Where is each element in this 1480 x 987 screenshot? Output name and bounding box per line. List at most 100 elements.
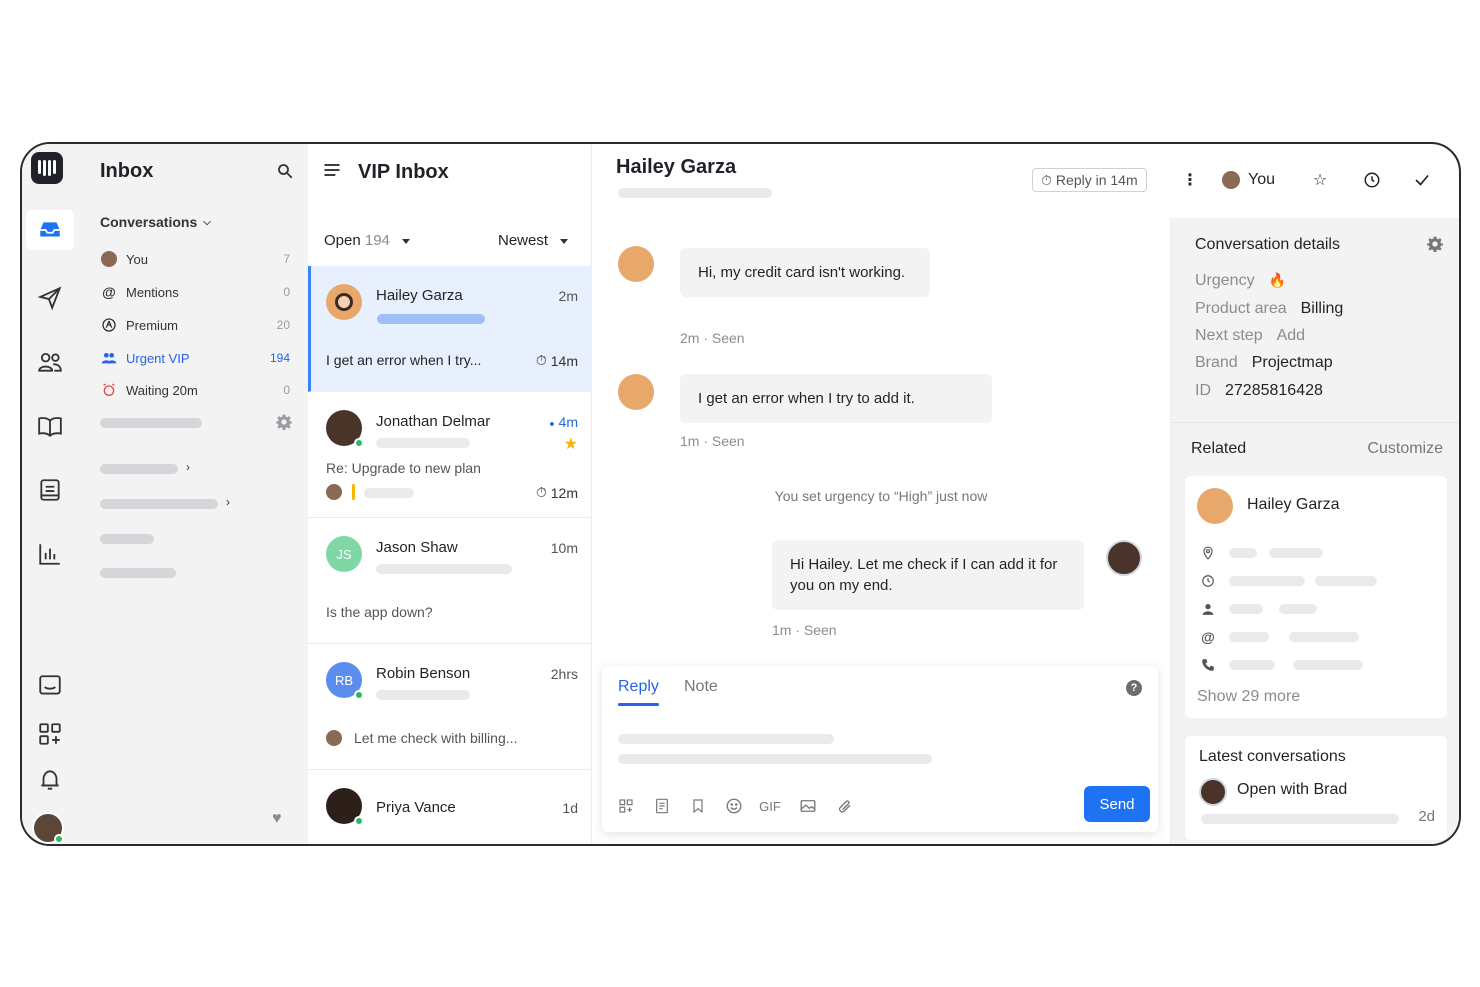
contacts-icon[interactable] [26,342,74,382]
latest-conversation-item[interactable]: Open with Brad [1237,781,1347,799]
chevron-right-icon[interactable]: › [186,460,190,474]
placeholder-bar [100,499,218,509]
notifications-icon[interactable] [26,760,74,800]
conversation-time: 2m [558,288,578,304]
timer-icon: ⏱ [535,352,547,368]
send-button[interactable]: Send [1084,786,1150,822]
star-icon[interactable]: ☆ [1310,168,1330,192]
field-brand[interactable]: Brand Projectmap [1195,354,1333,372]
conversation-item[interactable]: RB Robin Benson 2hrs Let me check with b… [308,644,592,770]
tab-reply[interactable]: Reply [618,678,659,706]
online-indicator [54,834,64,844]
settings-icon[interactable] [1427,236,1443,257]
nav-item-premium[interactable]: Premium 20 [100,313,290,337]
nav-item-label: Urgent VIP [126,350,190,366]
avatar [1106,540,1142,576]
avatar [326,410,364,448]
customize-link[interactable]: Customize [1367,440,1443,458]
messages-icon[interactable] [26,666,74,706]
search-icon[interactable] [276,162,294,180]
conversation-time: ● 4m [549,414,578,430]
avatar [618,246,654,282]
conversation-time: 2hrs [550,666,578,682]
conversation-name: Jonathan Delmar [376,413,491,430]
nav-item-count: 20 [276,318,290,332]
field-value: Add [1276,327,1306,344]
conversation-name: Robin Benson [376,665,471,682]
reports-list-icon[interactable] [26,470,74,510]
status-filter[interactable]: Open 194 [324,232,411,249]
placeholder-bar [1229,576,1305,586]
placeholder-bar [376,690,470,700]
contact-time-row [1199,572,1377,590]
close-conversation-icon[interactable] [1412,168,1432,192]
nav-item-urgent-vip[interactable]: Urgent VIP 194 [100,346,290,370]
user-icon [1199,600,1217,618]
conversation-item[interactable]: Hailey Garza 2m I get an error when I tr… [308,266,592,392]
nav-item-count: 0 [283,285,290,299]
nav-item-mentions[interactable]: @ Mentions 0 [100,280,290,304]
gif-button[interactable]: GIF [759,796,781,816]
conversation-item[interactable]: Jonathan Delmar ● 4m ★ Re: Upgrade to ne… [308,392,592,518]
contact-location-row [1199,544,1323,562]
email-icon: @ [1201,629,1215,645]
assignee-button[interactable]: You [1222,168,1275,192]
attachment-icon[interactable] [834,796,854,816]
avatar [1222,171,1240,189]
star-icon[interactable]: ★ [564,434,578,454]
placeholder-bar [364,488,414,498]
image-icon[interactable] [798,796,818,816]
field-urgency[interactable]: Urgency 🔥 [1195,272,1286,290]
avatar [100,250,118,268]
apps-icon[interactable] [26,714,74,754]
shortcuts-icon[interactable] [616,796,636,816]
nav-item-you[interactable]: You 7 [100,247,290,271]
conversations-section[interactable]: Conversations ⌵ [100,214,211,230]
contact-email-row: @ [1199,628,1359,646]
bookmark-icon[interactable] [688,796,708,816]
field-id[interactable]: ID 27285816428 [1195,382,1323,400]
article-icon[interactable] [652,796,672,816]
contact-phone-row [1199,656,1363,674]
knowledge-icon[interactable] [26,406,74,446]
emoji-icon[interactable] [724,796,744,816]
field-next-step[interactable]: Next step Add [1195,327,1305,345]
section-label: Conversations [100,214,198,230]
nav-item-count: 0 [283,383,290,397]
nav-item-count: 194 [269,351,290,365]
conversation-item[interactable]: JS Jason Shaw 10m Is the app down? [308,518,592,644]
chevron-right-icon[interactable]: › [226,495,230,509]
clock-icon [1199,572,1217,590]
online-indicator [354,438,364,448]
snooze-icon[interactable] [1362,168,1382,192]
contact-name[interactable]: Hailey Garza [1247,496,1339,514]
settings-icon[interactable] [276,414,292,435]
placeholder-bar [1289,632,1359,642]
user-avatar[interactable] [32,812,64,844]
conversation-time: 10m [550,540,578,556]
conversation-preview: Is the app down? [326,604,433,620]
help-icon[interactable]: ? [1126,680,1142,696]
message-meta: 2m · Seen [680,330,745,346]
tab-note[interactable]: Note [684,678,718,696]
inbox-icon[interactable] [26,210,74,250]
analytics-icon[interactable] [26,534,74,574]
show-more-link[interactable]: Show 29 more [1197,688,1300,706]
more-options-icon[interactable]: ⋮ [1182,168,1198,192]
latest-time: 2d [1418,808,1435,825]
avatar [326,284,362,320]
field-product-area[interactable]: Product area Billing [1195,300,1343,318]
app-logo-icon[interactable] [31,152,63,184]
outbound-icon[interactable] [26,278,74,318]
message-meta: 1m · Seen [772,622,837,638]
system-note: You set urgency to “High” just now [774,488,988,504]
heart-icon[interactable]: ♥ [272,810,282,828]
menu-icon[interactable] [322,160,342,185]
conversation-name: Jason Shaw [376,539,458,556]
conversation-item[interactable]: Priya Vance 1d [308,770,592,844]
placeholder-bar [1229,632,1269,642]
sort-dropdown[interactable]: Newest [498,232,569,249]
reply-sla-badge[interactable]: ⏱ Reply in 14m [1032,168,1147,192]
message-bubble: Hi Hailey. Let me check if I can add it … [772,540,1084,610]
nav-item-waiting[interactable]: Waiting 20m 0 [100,378,290,402]
